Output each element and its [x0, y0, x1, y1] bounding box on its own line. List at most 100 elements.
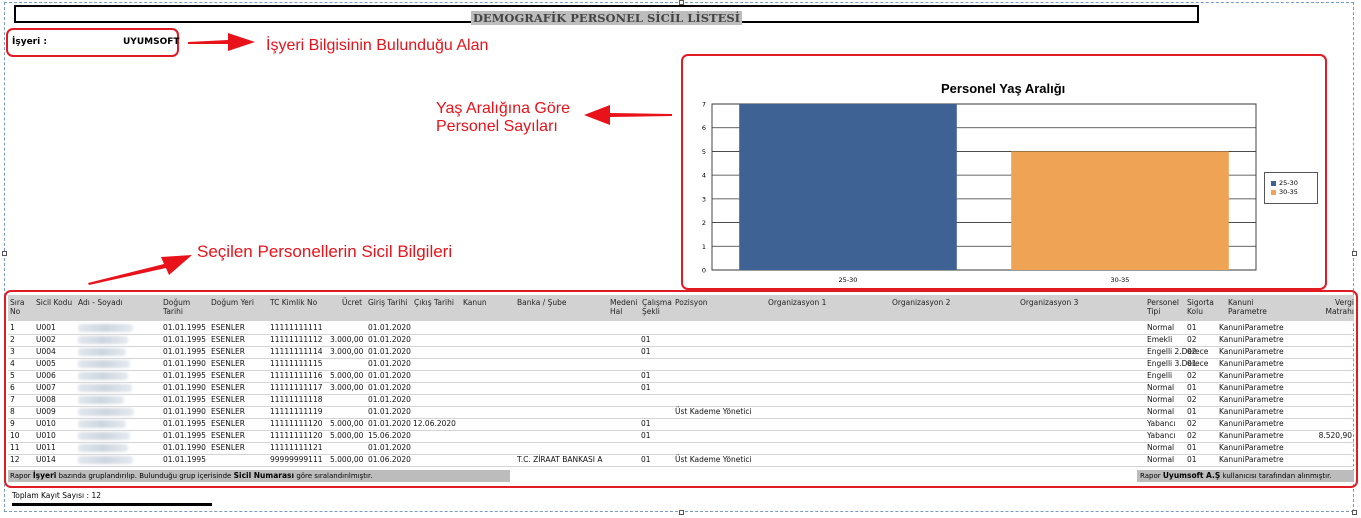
cell-row-no: 12	[10, 455, 20, 464]
cell-tc-kimlik-no: 11111111115	[270, 359, 323, 368]
cell-sigorta-kolu: 01	[1187, 455, 1197, 464]
cell-sicil-kodu: U014	[36, 455, 56, 464]
cell-row-no: 3	[10, 347, 15, 356]
cell-tc-kimlik-no: 99999999111	[270, 455, 323, 464]
header-organizasyon-3: Organizasyon 3	[1020, 298, 1079, 307]
cell-sicil-kodu: U006	[36, 371, 56, 380]
cell-sigorta-kolu: 02	[1187, 431, 1197, 440]
cell-personel-tipi: Normal	[1147, 407, 1175, 416]
cell-personel-tipi: Engelli	[1147, 371, 1173, 380]
cell-personel-tipi: Yabancı	[1147, 431, 1176, 440]
cell-giris-tarihi: 01.01.2020	[368, 383, 411, 392]
redacted-name	[78, 384, 132, 392]
bar-25-30	[739, 104, 957, 270]
report-title: DEMOGRAFİK PERSONEL SİCİL LİSTESİ	[470, 11, 743, 25]
cell-personel-tipi: Yabancı	[1147, 419, 1176, 428]
cell-personel-tipi: Normal	[1147, 323, 1175, 332]
cell-personel-tipi: Engelli 3.Derece	[1147, 359, 1209, 368]
cell-kanuni-parametre: KanuniParametre	[1219, 395, 1284, 404]
header-vergi-matrahi: Vergi Matrahı	[1325, 298, 1354, 316]
cell-kanuni-parametre: KanuniParametre	[1219, 323, 1284, 332]
cell-calisma-sekli: 01	[641, 419, 651, 428]
employer-label: İşyeri :	[12, 37, 47, 47]
redacted-name	[78, 408, 134, 416]
x-tick-label: 30-35	[1111, 276, 1130, 284]
arrow-records-icon	[88, 255, 192, 285]
cell-sigorta-kolu: 02	[1187, 395, 1197, 404]
cell-ucret: 5.000,00	[330, 455, 364, 464]
cell-sigorta-kolu: 02	[1187, 347, 1197, 356]
header-sigorta-kolu: Sigorta Kolu	[1187, 298, 1214, 316]
cell-tc-kimlik-no: 11111111119	[270, 407, 323, 416]
y-tick-label: 0	[702, 267, 706, 275]
y-tick-label: 2	[702, 219, 706, 227]
arrow-employer-icon	[188, 33, 255, 51]
cell-row-no: 2	[10, 335, 15, 344]
resize-handle-bottom-right[interactable]	[1352, 510, 1357, 515]
resize-handle-left[interactable]	[2, 251, 7, 256]
header-personel-tipi: Personel Tipi	[1147, 298, 1179, 316]
cell-dogum-yeri: ESENLER	[211, 407, 245, 416]
cell-giris-tarihi: 01.01.2020	[368, 395, 411, 404]
cell-personel-tipi: Engelli 2.Derece	[1147, 347, 1209, 356]
header-ucret: Ücret	[342, 298, 363, 307]
redacted-name	[78, 372, 128, 380]
cell-ucret: 3.000,00	[330, 347, 364, 356]
cell-row-no: 5	[10, 371, 15, 380]
cell-giris-tarihi: 01.06.2020	[368, 455, 411, 464]
header-tc-kimlik-no: TC Kimlik No	[270, 298, 318, 307]
cell-tc-kimlik-no: 11111111111	[270, 323, 323, 332]
cell-giris-tarihi: 01.01.2020	[368, 443, 411, 452]
cell-kanuni-parametre: KanuniParametre	[1219, 359, 1284, 368]
cell-sicil-kodu: U001	[36, 323, 56, 332]
cell-giris-tarihi: 01.01.2020	[368, 407, 411, 416]
cell-sicil-kodu: U005	[36, 359, 56, 368]
cell-giris-tarihi: 01.01.2020	[368, 347, 411, 356]
cell-sicil-kodu: U010	[36, 431, 56, 440]
cell-sicil-kodu: U011	[36, 443, 56, 452]
header-kanun: Kanun	[463, 298, 487, 307]
cell-ucret: 5.000,00	[330, 431, 364, 440]
cell-sicil-kodu: U009	[36, 407, 56, 416]
table-header: Sıra No Sicil Kodu Adı - Soyadı Doğum Tari…	[8, 295, 1354, 321]
employer-annotation: İşyeri Bilgisinin Bulunduğu Alan	[266, 37, 489, 54]
cell-dogum-tarihi: 01.01.1995	[163, 431, 206, 440]
cell-personel-tipi: Normal	[1147, 395, 1175, 404]
cell-sigorta-kolu: 02	[1187, 419, 1197, 428]
arrow-chart-icon	[584, 105, 672, 125]
cell-personel-tipi: Normal	[1147, 455, 1175, 464]
cell-dogum-tarihi: 01.01.1995	[163, 335, 206, 344]
cell-pozisyon: Üst Kademe Yönetici	[675, 407, 752, 416]
header-medeni-hal: Medeni Hal	[610, 298, 638, 316]
cell-ucret: 3.000,00	[330, 383, 364, 392]
header-kanuni-parametre: Kanuni Parametre	[1228, 298, 1267, 316]
cell-giris-tarihi: 01.01.2020	[368, 335, 411, 344]
cell-sicil-kodu: U010	[36, 419, 56, 428]
cell-sicil-kodu: U008	[36, 395, 56, 404]
footer-user-info: Rapor Uyumsoft A.Ş kullanıcısı tarafında…	[1137, 470, 1354, 482]
cell-row-no: 9	[10, 419, 15, 428]
cell-row-no: 6	[10, 383, 15, 392]
header-cikis-tarihi: Çıkış Tarihi	[414, 298, 454, 307]
x-tick-label: 25-30	[839, 276, 858, 284]
cell-sicil-kodu: U007	[36, 383, 56, 392]
cell-dogum-yeri: ESENLER	[211, 383, 245, 392]
legend-label-25-30: 25-30	[1279, 179, 1298, 187]
y-tick-label: 5	[702, 148, 706, 156]
cell-sigorta-kolu: 01	[1187, 323, 1197, 332]
cell-calisma-sekli: 01	[641, 371, 651, 380]
resize-handle-right[interactable]	[1352, 251, 1357, 256]
cell-row-no: 11	[10, 443, 20, 452]
cell-row-no: 8	[10, 407, 15, 416]
cell-tc-kimlik-no: 11111111112	[270, 335, 323, 344]
cell-calisma-sekli: 01	[641, 335, 651, 344]
y-tick-label: 6	[702, 124, 706, 132]
header-giris-tarihi: Giriş Tarihi	[368, 298, 408, 307]
cell-row-no: 1	[10, 323, 15, 332]
cell-sigorta-kolu: 01	[1187, 407, 1197, 416]
cell-giris-tarihi: 15.06.2020	[368, 431, 411, 440]
resize-handle-bottom[interactable]	[679, 510, 684, 515]
cell-tc-kimlik-no: 11111111121	[270, 443, 323, 452]
cell-kanuni-parametre: KanuniParametre	[1219, 419, 1284, 428]
cell-ucret: 3.000,00	[330, 335, 364, 344]
